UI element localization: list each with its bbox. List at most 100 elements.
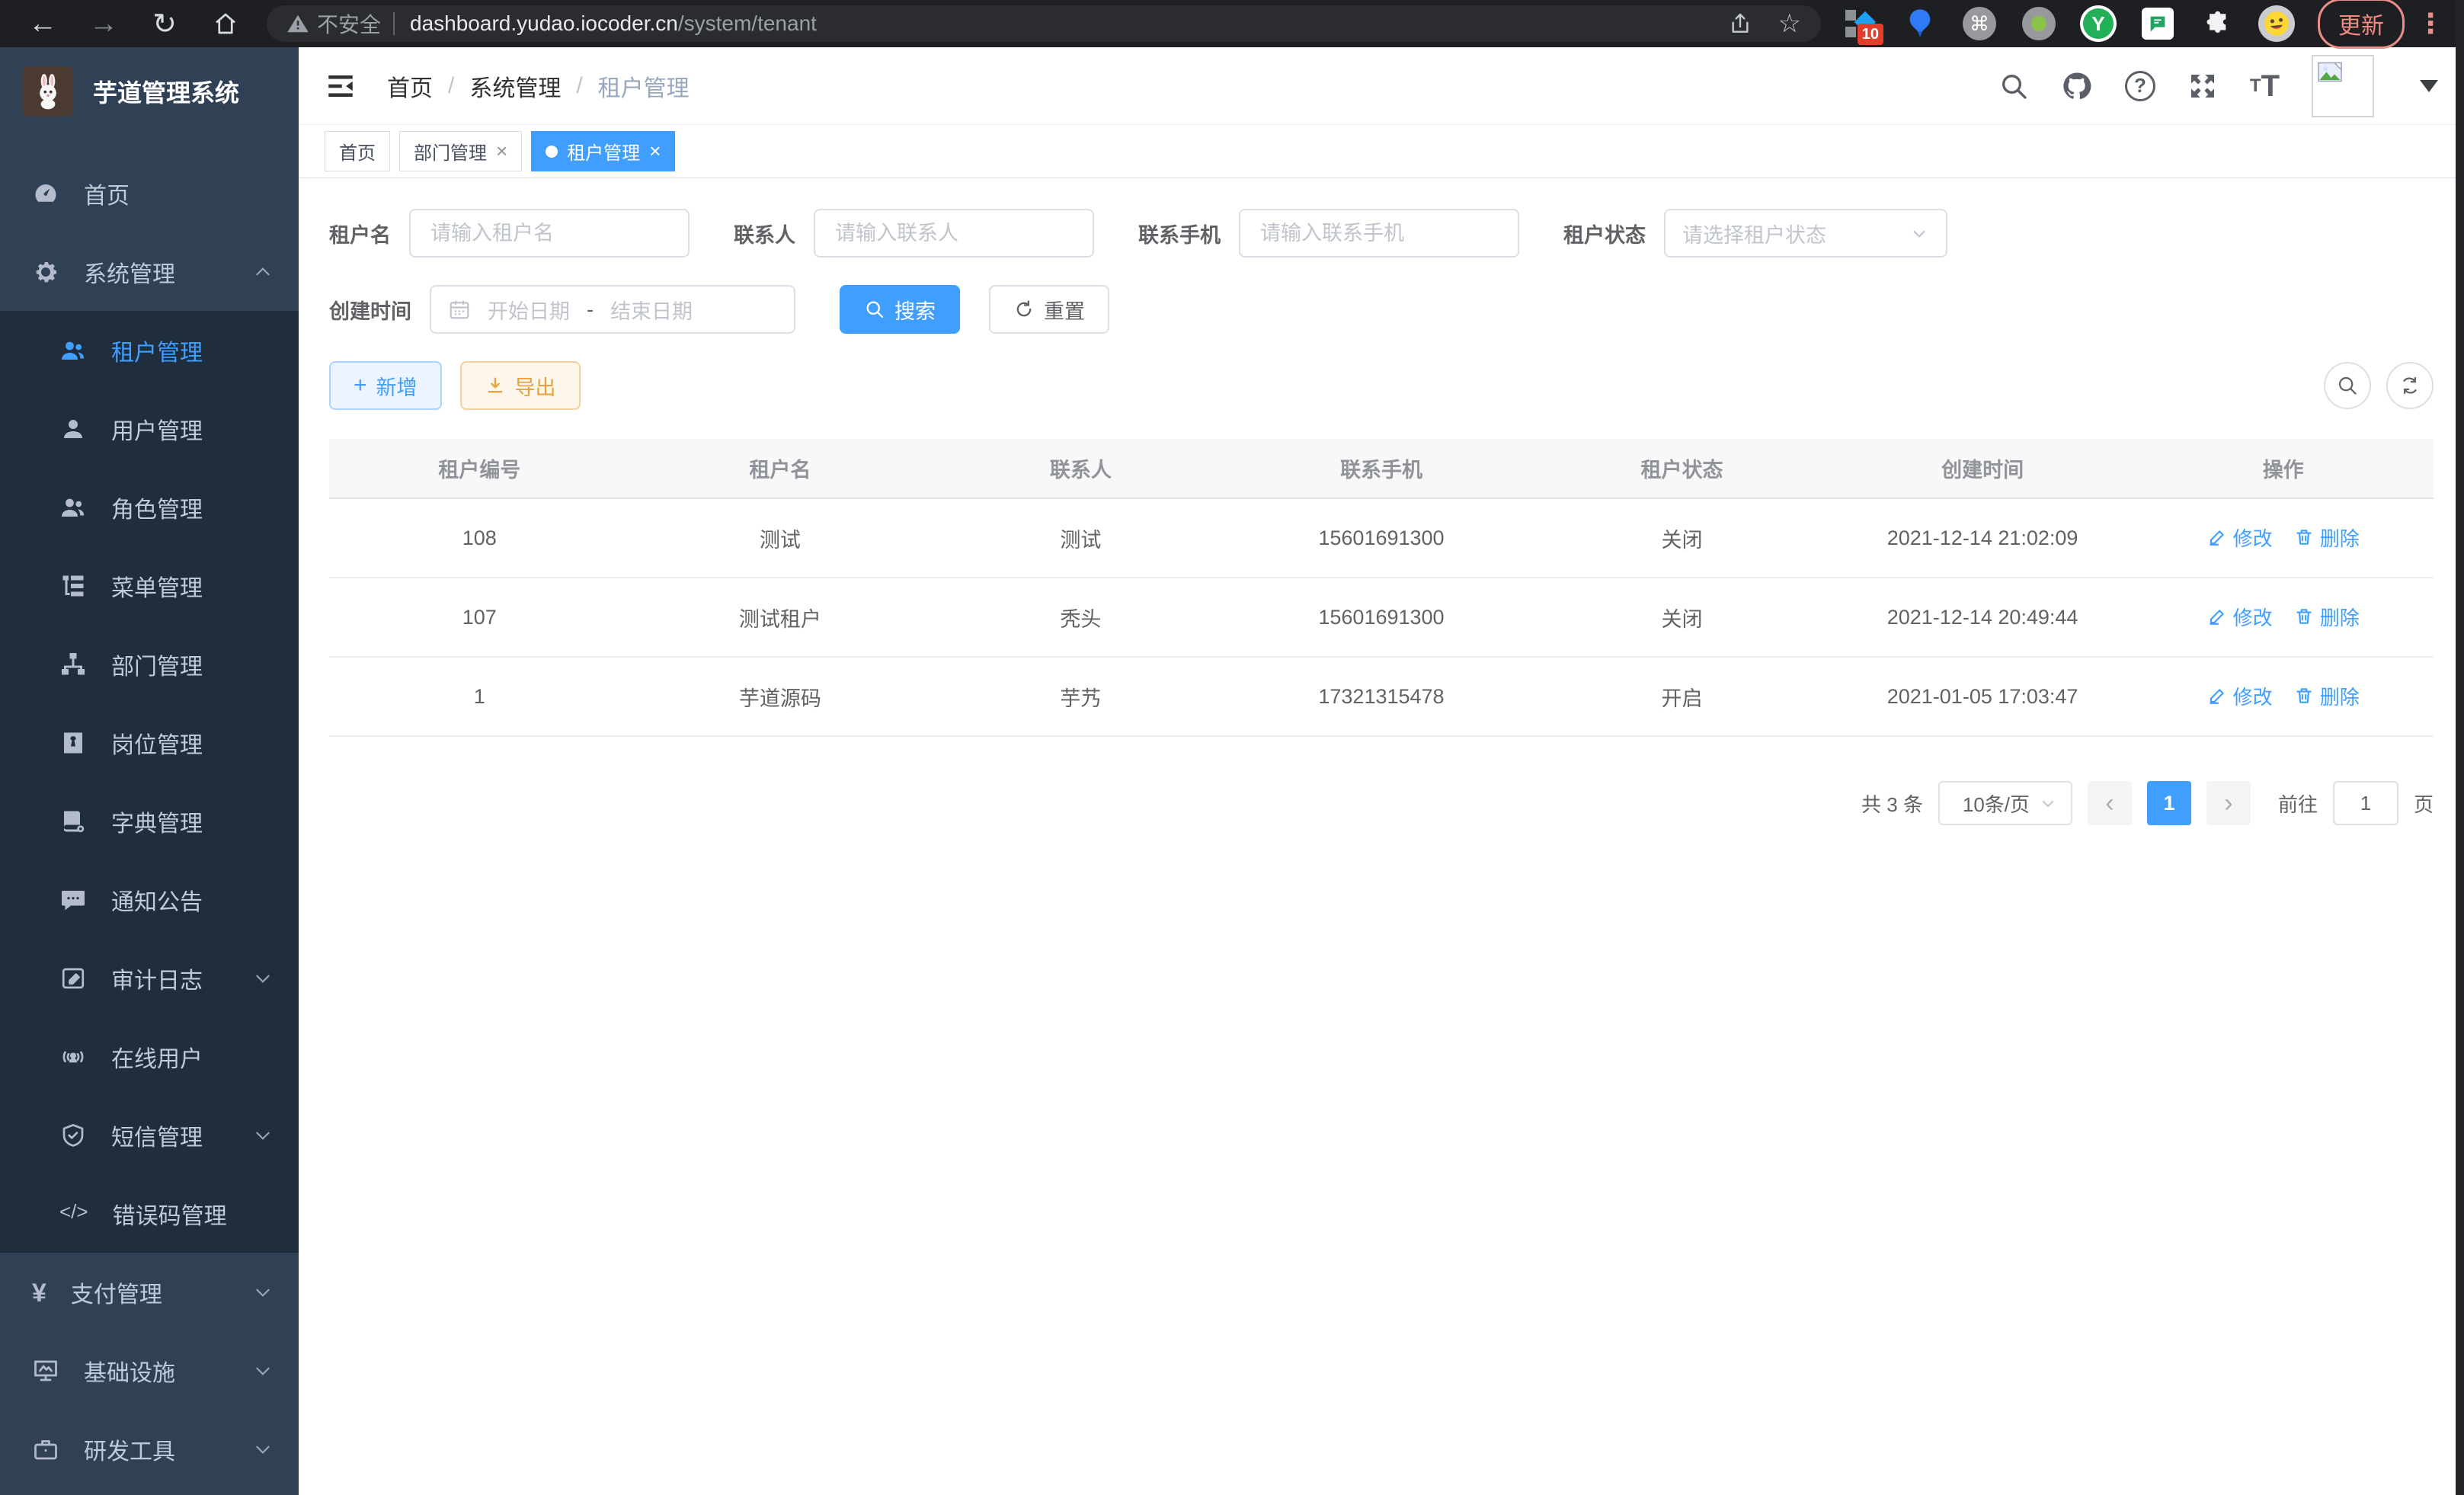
prev-page-button[interactable]: ‹	[2088, 781, 2132, 825]
browser-back-icon[interactable]: ←	[12, 5, 73, 43]
url-path[interactable]: /system/tenant	[678, 11, 817, 36]
cell-status: 开启	[1531, 657, 1832, 736]
reset-button-label: 重置	[1044, 295, 1085, 325]
tenant-name-input[interactable]	[409, 209, 690, 258]
reset-button[interactable]: 重置	[989, 285, 1109, 334]
edit-link[interactable]: 修改	[2207, 523, 2273, 552]
sidebar-item-depts[interactable]: 部门管理	[0, 625, 299, 703]
sidebar-item-menus[interactable]: 菜单管理	[0, 546, 299, 625]
col-mobile: 联系手机	[1231, 439, 1532, 498]
total-count: 共 3 条	[1861, 789, 1923, 818]
col-tenant-name: 租户名	[630, 439, 931, 498]
delete-link[interactable]: 删除	[2294, 603, 2360, 631]
address-bar[interactable]: 不安全 dashboard.yudao.iocoder.cn /system/t…	[267, 5, 1821, 42]
tab-close-icon[interactable]: ×	[496, 139, 507, 163]
export-button[interactable]: 导出	[460, 361, 581, 410]
edit-link[interactable]: 修改	[2207, 682, 2273, 710]
status-select[interactable]: 请选择租户状态	[1664, 209, 1947, 258]
extension-y-logo-icon[interactable]: Y	[2080, 5, 2117, 42]
toggle-search-button[interactable]	[2324, 362, 2371, 409]
goto-page-input[interactable]	[2333, 781, 2398, 825]
next-page-button[interactable]: ›	[2206, 781, 2251, 825]
cell-contact: 测试	[930, 498, 1231, 578]
sidebar-item-home[interactable]: 首页	[0, 154, 299, 232]
sidebar-item-online-users[interactable]: 在线用户	[0, 1017, 299, 1096]
extension-balloon-icon[interactable]	[1902, 5, 1938, 42]
avatar-caret-down-icon[interactable]	[2420, 80, 2438, 92]
sidebar-item-system[interactable]: 系统管理	[0, 232, 299, 311]
tab-close-icon[interactable]: ×	[649, 139, 661, 163]
share-icon[interactable]	[1728, 11, 1752, 36]
breadcrumb-system[interactable]: 系统管理	[469, 69, 561, 103]
browser-home-icon[interactable]	[195, 5, 256, 43]
browser-forward-icon[interactable]: →	[73, 5, 134, 43]
col-created: 创建时间	[1832, 439, 2133, 498]
refresh-table-button[interactable]	[2386, 362, 2434, 409]
fullscreen-icon[interactable]	[2187, 71, 2218, 101]
sidebar-item-users[interactable]: 用户管理	[0, 389, 299, 468]
delete-link[interactable]: 删除	[2294, 682, 2360, 710]
extension-puzzle-icon[interactable]	[2199, 5, 2235, 42]
app-logo-row[interactable]: 芋道管理系统	[0, 47, 299, 136]
header-search-icon[interactable]	[1998, 71, 2029, 101]
sidebar-item-roles[interactable]: 角色管理	[0, 468, 299, 546]
breadcrumb-home[interactable]: 首页	[387, 69, 433, 103]
sidebar-item-infra[interactable]: 基础设施	[0, 1331, 299, 1410]
sidebar-item-posts[interactable]: 岗位管理	[0, 703, 299, 782]
profile-emoji-avatar[interactable]	[2258, 5, 2295, 42]
delete-link[interactable]: 删除	[2294, 523, 2360, 552]
cell-created: 2021-12-14 21:02:09	[1832, 498, 2133, 578]
chevron-down-icon	[253, 1439, 273, 1459]
contact-input[interactable]	[814, 209, 1094, 258]
tab-tenant-active[interactable]: 租户管理 ×	[531, 131, 675, 171]
security-label[interactable]: 不安全	[317, 8, 381, 39]
sidebar-item-label: 短信管理	[111, 1119, 203, 1152]
search-button[interactable]: 搜索	[840, 285, 960, 334]
status-select-placeholder: 请选择租户状态	[1682, 219, 1909, 248]
cell-tenant-id: 108	[329, 498, 630, 578]
extension-diamond-icon[interactable]: 10	[1842, 5, 1879, 42]
tab-label: 租户管理	[567, 138, 640, 165]
date-range-picker[interactable]: 开始日期 - 结束日期	[430, 285, 795, 334]
tab-dept[interactable]: 部门管理 ×	[399, 131, 522, 171]
sidebar-item-tenant[interactable]: 租户管理	[0, 311, 299, 389]
sidebar-collapse-icon[interactable]	[325, 70, 357, 102]
trash-icon	[2294, 607, 2314, 626]
sidebar-item-sms[interactable]: 短信管理	[0, 1096, 299, 1174]
sidebar-item-error-code[interactable]: </> 错误码管理	[0, 1174, 299, 1253]
cell-tenant-id: 1	[329, 657, 630, 736]
browser-menu-kebab-icon[interactable]: ⋮	[2409, 8, 2452, 40]
browser-update-button[interactable]: 更新	[2318, 0, 2405, 49]
page-size-select[interactable]: 10条/页	[1938, 781, 2072, 825]
sidebar-item-devtools[interactable]: 研发工具	[0, 1410, 299, 1488]
yen-money-icon: ¥	[32, 1279, 46, 1306]
sidebar-item-notice[interactable]: 通知公告	[0, 860, 299, 939]
extension-green-dot-icon[interactable]	[2021, 5, 2057, 42]
edit-link[interactable]: 修改	[2207, 603, 2273, 631]
cell-tenant-name: 测试租户	[630, 578, 931, 657]
mobile-input[interactable]	[1239, 209, 1519, 258]
add-button[interactable]: + 新增	[329, 361, 442, 410]
code-icon: </>	[59, 1200, 88, 1228]
filter-create-time: 创建时间 开始日期 - 结束日期	[329, 285, 795, 334]
user-avatar-broken-image[interactable]	[2312, 55, 2374, 117]
help-icon[interactable]: ?	[2125, 71, 2155, 101]
github-icon[interactable]	[2061, 70, 2093, 102]
url-host[interactable]: dashboard.yudao.iocoder.cn	[410, 11, 678, 36]
refresh-icon	[1013, 299, 1035, 320]
sidebar-item-dict[interactable]: 字典管理	[0, 782, 299, 860]
extension-chat-icon[interactable]	[2139, 5, 2176, 42]
sidebar-item-audit-log[interactable]: 审计日志	[0, 939, 299, 1017]
cell-mobile: 15601691300	[1231, 578, 1532, 657]
tab-home[interactable]: 首页	[325, 131, 390, 171]
system-submenu: 租户管理 用户管理 角色管理 菜单管理 部门管理	[0, 311, 299, 1253]
bookmark-star-icon[interactable]: ☆	[1778, 8, 1801, 39]
browser-reload-icon[interactable]: ↻	[134, 5, 195, 43]
font-size-icon[interactable]: TT	[2250, 71, 2280, 101]
current-page-button[interactable]: 1	[2147, 781, 2191, 825]
filter-row-2: 创建时间 开始日期 - 结束日期 搜索	[329, 285, 2434, 334]
message-icon	[59, 886, 87, 914]
sidebar-item-pay[interactable]: ¥ 支付管理	[0, 1253, 299, 1331]
extension-command-icon[interactable]: ⌘	[1961, 5, 1998, 42]
sidebar-item-label: 菜单管理	[111, 569, 203, 603]
